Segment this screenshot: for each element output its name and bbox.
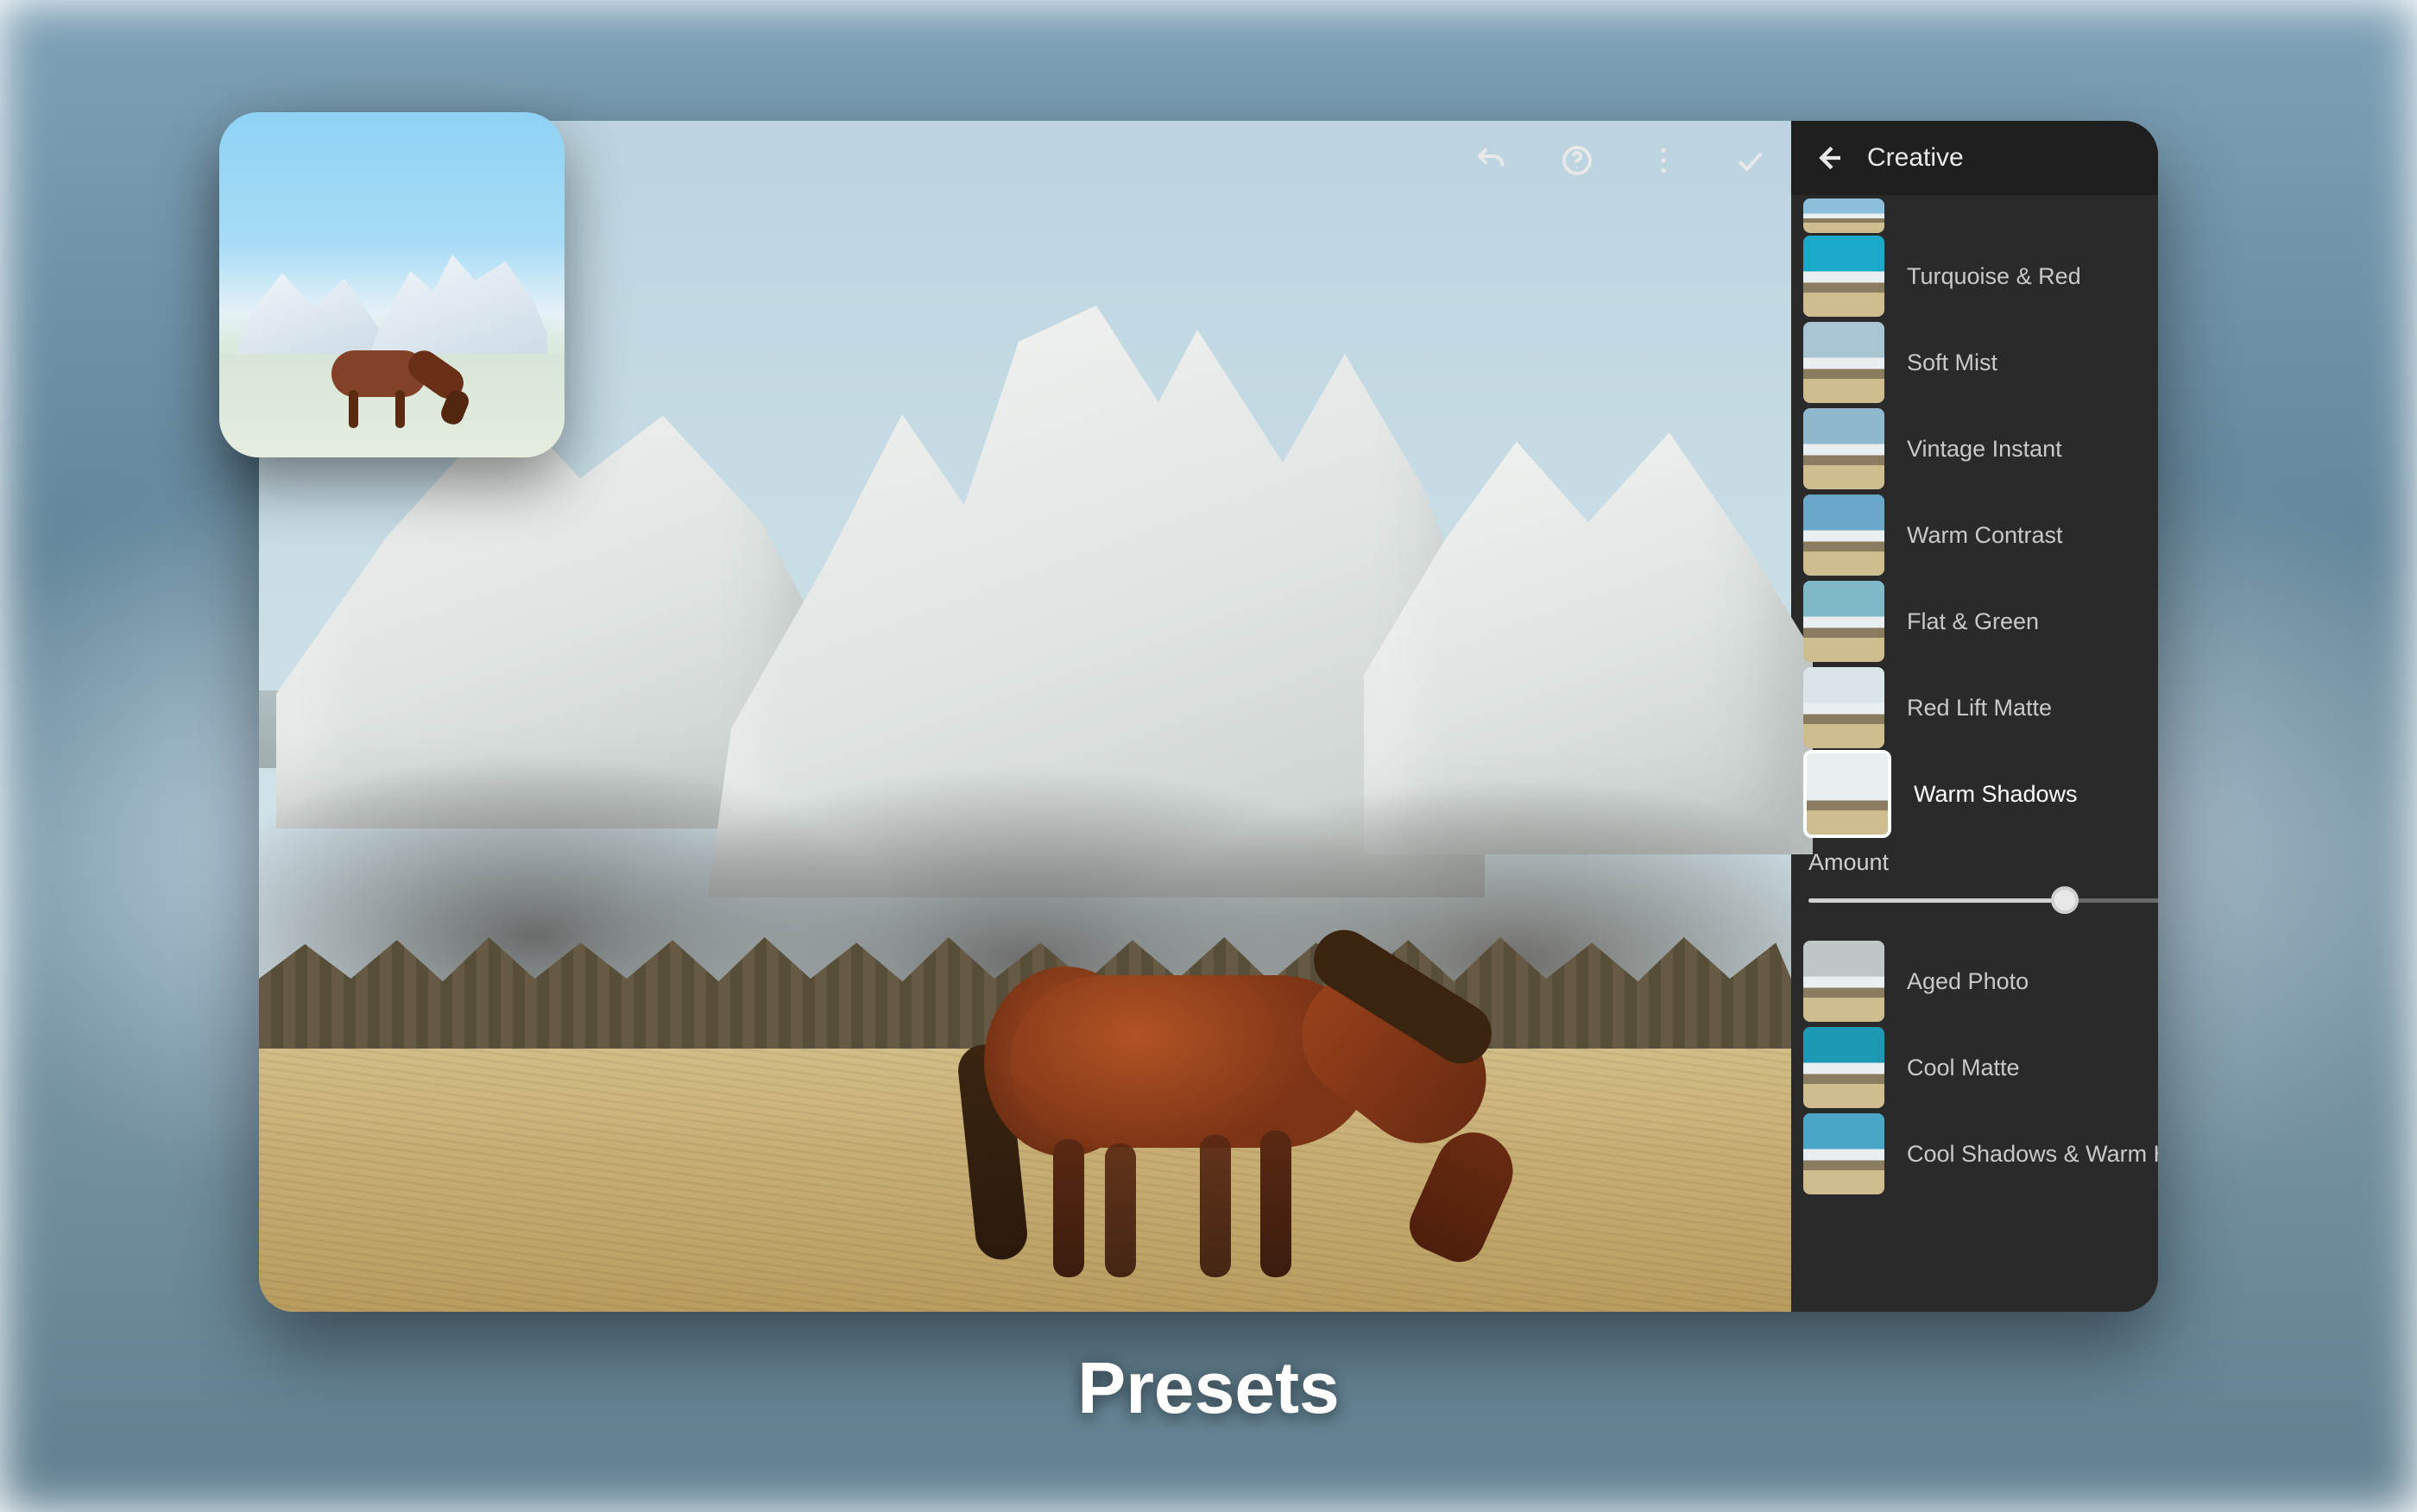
preset-item[interactable]: Vintage Instant [1803,406,2158,492]
preset-item[interactable]: Turquoise & Red [1803,233,2158,319]
original-photo-thumbnail [219,112,565,457]
preset-thumbnail [1803,1113,1884,1194]
undo-button[interactable] [1470,140,1511,181]
preset-name: Soft Mist [1907,350,1997,376]
preset-name: Aged Photo [1907,968,2029,995]
undo-icon [1474,143,1508,178]
confirm-button[interactable] [1729,140,1770,181]
preset-item[interactable]: Warm Contrast [1803,492,2158,578]
preset-item[interactable]: Soft Mist [1803,319,2158,406]
back-button[interactable] [1808,139,1846,177]
preset-thumbnail [1803,1027,1884,1108]
preset-name: Flat & Green [1907,608,2039,635]
preset-name: Cool Shadows & Warm Highlights [1907,1141,2158,1168]
canvas-toolbar [1470,140,1770,181]
more-button[interactable] [1643,140,1684,181]
preset-thumbnail [1803,322,1884,403]
preset-thumbnail [1803,750,1891,838]
preset-thumbnail [1803,581,1884,662]
preset-item[interactable]: Aged Photo [1803,938,2158,1024]
preset-name: Turquoise & Red [1907,263,2081,290]
preset-item[interactable]: Cool Matte [1803,1024,2158,1111]
preset-item[interactable] [1803,195,2158,233]
preset-name: Warm Shadows [1914,781,2078,808]
preset-item[interactable]: Flat & Green [1803,578,2158,665]
panel-title: Creative [1867,143,1964,173]
amount-slider[interactable] [1808,891,2158,909]
preset-thumbnail [1803,408,1884,489]
presets-panel: Creative Turquoise & Red Soft Mist Vintage… [1791,121,2158,1312]
preset-thumbnail [1803,495,1884,576]
feature-caption: Presets [0,1346,2417,1430]
back-arrow-icon [1810,141,1845,175]
preset-name: Vintage Instant [1907,436,2062,463]
amount-label: Amount [1808,849,1889,876]
help-button[interactable] [1556,140,1598,181]
slider-fill [1808,898,2065,903]
slider-knob[interactable] [2051,886,2079,914]
preset-thumbnail [1803,236,1884,317]
preset-item[interactable]: Red Lift Matte [1803,665,2158,751]
preset-name: Red Lift Matte [1907,695,2052,721]
preset-item[interactable]: Cool Shadows & Warm Highlights [1803,1111,2158,1197]
preset-name: Warm Contrast [1907,522,2063,549]
preset-thumbnail [1803,198,1884,233]
help-icon [1560,143,1594,178]
horse [975,872,1511,1277]
check-icon [1732,143,1767,178]
more-vertical-icon [1646,143,1681,178]
panel-header: Creative [1791,121,2158,195]
preset-thumbnail [1803,941,1884,1022]
preset-list[interactable]: Turquoise & Red Soft Mist Vintage Instant W… [1791,195,2158,1312]
preset-thumbnail [1803,667,1884,748]
preset-name: Cool Matte [1907,1055,2020,1081]
amount-control: Amount116 [1803,837,2158,938]
preset-item[interactable]: Warm Shadows [1803,751,2158,837]
